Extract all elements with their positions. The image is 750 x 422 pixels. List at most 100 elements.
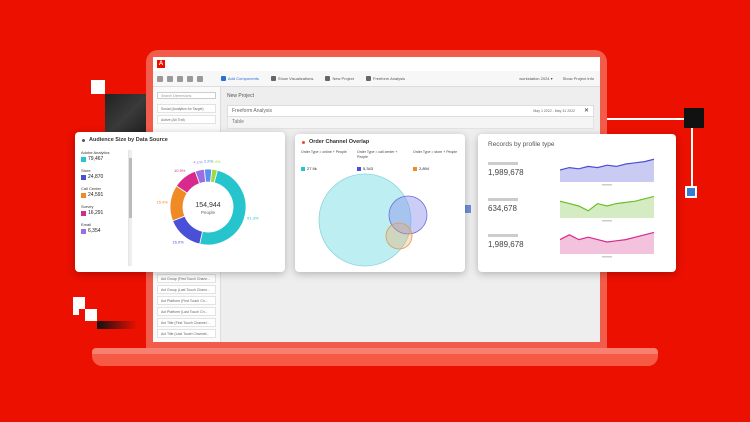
sidebar-item[interactable]: Act Platform (Last Touch Ch... [157,307,216,316]
panel-title: Freeform Analysis [232,108,273,114]
sidebar-item[interactable]: Act Title (Last Touch Channel... [157,329,216,338]
source-value-row: 24,591 [81,192,128,198]
panel-dot-icon [82,138,85,142]
slice-label: 10.5% [174,168,186,173]
panel-dot-icon [302,140,305,144]
profile-row[interactable]: 1,989,678 [488,158,668,188]
sidebar-item[interactable]: Act Platform (First Touch Ch... [157,296,216,305]
source-value-row: 24,870 [81,174,128,180]
venn-circle-store [385,222,413,250]
panel-icon[interactable] [157,75,163,82]
toolbar-label: New Project [332,76,354,81]
legend-label: Order Type = store + People [413,150,458,154]
legend-swatch [81,210,86,216]
source-value-row: 6,354 [81,228,128,234]
freeform-analysis-button[interactable]: Freeform Analysis [366,76,405,81]
slice-label: 15.9% [157,200,169,205]
profile-row[interactable]: 1,989,678 [488,230,668,260]
slice-label: 16.0% [172,239,184,244]
scrollbar[interactable] [129,150,132,266]
new-project-button[interactable]: New Project [325,76,354,81]
source-value-row: 79,467 [81,156,128,162]
decor-square-dark [684,108,704,128]
slice-label: 51.3% [247,215,259,220]
project-title: New Project [227,93,254,99]
order-overlap-card[interactable]: Order Channel Overlap Order Type = onlin… [295,134,465,272]
scrollbar-thumb[interactable] [129,158,132,218]
decor-pixel [85,309,97,321]
source-value: 79,467 [88,156,104,162]
toolbar-label: Add Components [228,76,259,81]
new-icon [325,76,331,81]
visualization-icon[interactable] [167,75,173,82]
show-project-info-button[interactable]: Show Project Info [563,76,594,81]
sidebar-item[interactable]: Act Group (Last Touch Chann... [157,285,216,294]
source-entry[interactable]: Call Center 24,591 [81,186,128,198]
toolbar-label: Freeform Analysis [373,76,406,81]
legend-swatch [81,192,86,198]
adobe-logo-icon: A [157,60,165,68]
legend-swatch [81,228,86,234]
donut-center-label: People [201,210,216,215]
audience-size-card[interactable]: Audience Size by Data Source Adobe Analy… [75,132,285,272]
toolbar-label: Show Visualizations [277,76,314,81]
source-list: Adobe Analytics 79,467 Store 24,870 Call C… [81,150,132,266]
add-components-button[interactable]: Add Components [221,76,259,81]
date-range[interactable]: May 1 2022 - May 31 2022 [533,106,575,117]
profile-row[interactable]: 634,678 [488,194,668,224]
components-icon[interactable] [177,75,183,82]
source-entry[interactable]: Store 24,870 [81,168,128,180]
source-entry[interactable]: Survey 16,291 [81,204,128,216]
card-title: Records by profile type [488,141,555,148]
sidebar-item[interactable]: Active (All Traf) [157,115,216,124]
sparkline-chart [560,195,654,222]
sidebar-item[interactable]: Act Title (First Touch Channel... [157,318,216,327]
toolbar-right: workstation 2024 ▾ Show Project Info [519,76,600,81]
sparkline-chart [560,158,654,186]
source-value: 24,870 [88,174,104,180]
audience-title: Audience Size by Data Source [89,137,168,143]
search-input[interactable]: Search Dimensions [157,92,216,99]
source-value: 24,591 [88,192,104,198]
axis-tick [602,184,612,186]
table-header: Table [227,117,594,129]
decor-square [91,80,105,94]
laptop-base [92,354,658,366]
sparkline-chart [560,231,654,258]
legend-swatch [81,174,86,180]
sidebar-item[interactable]: Act Group (First Touch Chann... [157,274,216,283]
legend-swatch [81,156,86,162]
source-name: Survey [81,204,94,209]
top-bar: A [153,57,600,71]
records-card[interactable]: Records by profile type 1,989,678 634,67… [478,134,676,272]
legend-label: Order Type = online + People [301,150,347,154]
decor-line [691,118,693,188]
show-visualizations-button[interactable]: Show Visualizations [270,76,314,81]
source-value-row: 16,291 [81,210,128,216]
profile-label [488,198,518,201]
freeform-panel-header[interactable]: Freeform Analysis May 1 2022 - May 31 20… [227,105,594,117]
workspace-selector[interactable]: workstation 2024 ▾ [519,76,552,81]
source-entry[interactable]: Email 6,354 [81,222,128,234]
axis-tick [602,220,612,222]
sidebar-item[interactable]: Social (Analytics for Target) [157,104,216,113]
add-icon [221,76,226,81]
profile-label [488,162,518,165]
decor-bar [97,321,137,329]
decor-pixel [73,309,79,315]
slice-label: 2.4% [211,159,221,164]
clock-icon[interactable] [197,75,203,82]
slice-label: 4.1% [193,160,203,165]
source-name: Call Center [81,186,102,191]
toolbar: Add Components Show Visualizations New P… [153,71,600,87]
source-entry[interactable]: Adobe Analytics 79,467 [81,150,128,162]
toolbar-icons [153,75,221,82]
axis-tick [602,256,612,258]
source-name: Email [81,222,92,227]
legend-label: Order Type = call center + People [357,150,398,159]
decor-pixel [73,297,85,309]
source-value: 16,291 [88,210,104,216]
settings-icon[interactable] [187,75,193,82]
close-icon[interactable]: ✕ [584,106,589,117]
decor-line [603,118,693,120]
